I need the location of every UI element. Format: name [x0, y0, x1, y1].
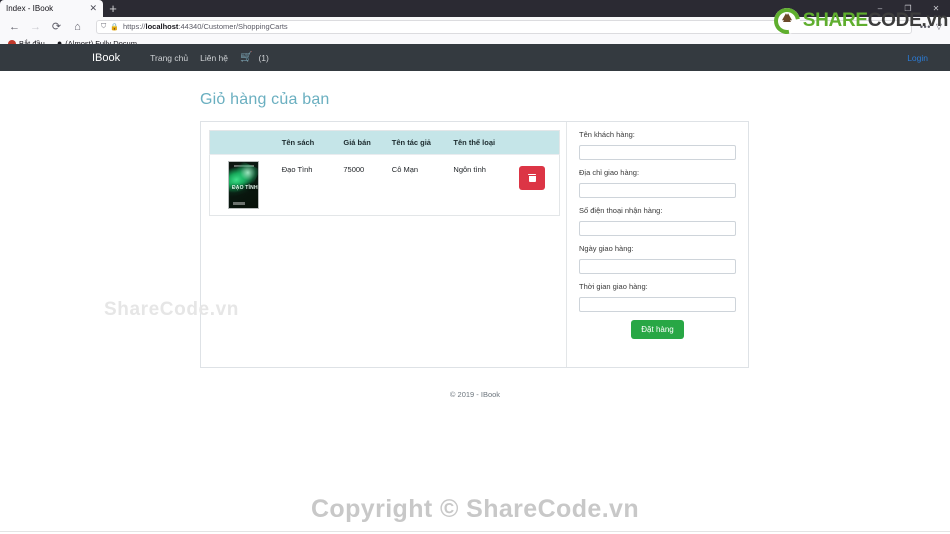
label-customer-name: Tên khách hàng: [579, 130, 635, 139]
tab-title: Index - IBook [6, 4, 54, 13]
delivery-address-input[interactable] [579, 183, 736, 198]
page-container: Giỏ hàng của bạn Tên sách Giá bán Tên tá… [0, 91, 950, 399]
cell-book-author: Cô Mạn [387, 154, 450, 216]
trash-icon [528, 173, 537, 183]
order-form-actions: Đặt hàng [579, 320, 736, 339]
url-path: :44340/Customer/ShoppingCarts [178, 22, 288, 31]
form-group-delivery-time: Thời gian giao hàng: [579, 282, 736, 312]
cart-table-body: ĐẠO TÌNH Đạo Tình 75000 Cô Mạn Ngôn tình [209, 154, 560, 216]
sharecode-logo-green: SHARE [802, 10, 868, 31]
sharecode-logo-text: SHARECODE.vn [802, 10, 949, 32]
order-form-panel: Tên khách hàng: Địa chỉ giao hàng: Số đi… [566, 122, 748, 367]
nav-link-home[interactable]: Trang chủ [150, 53, 188, 63]
page-title: Giỏ hàng của bạn [200, 91, 330, 108]
browser-tab[interactable]: Index - IBook ✕ [0, 0, 103, 17]
lock-icon: 🔒 [110, 23, 119, 31]
login-link[interactable]: Login [907, 53, 928, 63]
sharecode-mark-icon [768, 2, 805, 40]
sharecode-logo: SHARECODE.vn [768, 2, 949, 40]
watermark-bottom: Copyright © ShareCode.vn [310, 495, 640, 523]
label-delivery-date: Ngày giao hàng: [579, 244, 634, 253]
home-icon[interactable]: ⌂ [69, 18, 86, 35]
url-host: localhost [145, 22, 179, 31]
column-header-name: Tên sách [277, 130, 340, 155]
delivery-time-input[interactable] [579, 297, 736, 312]
page-content: IBook Trang chủ Liên hệ 🛒 (1) Login Giỏ … [0, 44, 950, 534]
site-footer: © 2019 - IBook [449, 390, 501, 399]
delete-item-button[interactable] [519, 166, 546, 190]
site-brand[interactable]: IBook [92, 52, 120, 64]
table-row: ĐẠO TÌNH Đạo Tình 75000 Cô Mạn Ngôn tình [209, 154, 560, 216]
forward-icon[interactable]: → [27, 18, 44, 35]
site-navbar: IBook Trang chủ Liên hệ 🛒 (1) Login [0, 44, 950, 71]
tab-close-icon[interactable]: ✕ [89, 4, 97, 13]
book-cover-title: ĐẠO TÌNH [232, 185, 258, 191]
place-order-button[interactable]: Đặt hàng [631, 320, 684, 339]
browser-window: Index - IBook ✕ + – ❐ ✕ ← → ⟳ ⌂ ⛉ 🔒 http… [0, 0, 950, 534]
cell-book-price: 75000 [339, 154, 388, 216]
url-text: https://localhost:44340/Customer/Shoppin… [123, 22, 288, 31]
label-phone-number: Số điện thoại nhận hàng: [579, 206, 663, 215]
site-nav-links: Trang chủ Liên hệ 🛒 (1) [150, 52, 269, 63]
cart-table-header-row: Tên sách Giá bán Tên tác giả Tên thể loạ… [209, 130, 560, 155]
column-header-action [515, 130, 560, 155]
form-group-customer-name: Tên khách hàng: [579, 130, 736, 160]
column-header-price: Giá bán [339, 130, 388, 155]
nav-link-contact[interactable]: Liên hệ [200, 53, 228, 63]
shopping-cart-card: Tên sách Giá bán Tên tác giả Tên thể loạ… [200, 121, 749, 368]
url-scheme: https:// [122, 22, 146, 31]
cell-book-name: Đạo Tình [277, 154, 340, 216]
cart-count-label: (1) [258, 52, 269, 63]
label-delivery-address: Địa chỉ giao hàng: [579, 168, 640, 177]
book-cover-image: ĐẠO TÌNH [228, 161, 259, 209]
form-group-delivery-address: Địa chỉ giao hàng: [579, 168, 736, 198]
cell-action [515, 154, 560, 216]
back-icon[interactable]: ← [6, 18, 23, 35]
cell-book-category: Ngôn tình [449, 154, 516, 216]
new-tab-button[interactable]: + [103, 0, 123, 17]
reload-icon[interactable]: ⟳ [48, 18, 65, 35]
cell-book-cover: ĐẠO TÌNH [209, 154, 278, 216]
customer-name-input[interactable] [579, 145, 736, 160]
cart-table-panel: Tên sách Giá bán Tên tác giả Tên thể loạ… [201, 122, 566, 367]
shield-icon: ⛉ [101, 22, 107, 30]
form-group-delivery-date: Ngày giao hàng: [579, 244, 736, 274]
sharecode-logo-dark: CODE.vn [867, 10, 949, 31]
nav-link-cart[interactable]: 🛒 (1) [240, 52, 269, 63]
column-header-category: Tên thể loại [449, 130, 516, 155]
form-group-phone-number: Số điện thoại nhận hàng: [579, 206, 736, 236]
cart-icon: 🛒 [240, 52, 253, 63]
phone-number-input[interactable] [579, 221, 736, 236]
label-delivery-time: Thời gian giao hàng: [579, 282, 648, 291]
cart-table-head: Tên sách Giá bán Tên tác giả Tên thể loạ… [209, 130, 560, 155]
delivery-date-input[interactable] [579, 259, 736, 274]
column-header-image [209, 130, 278, 155]
cart-table: Tên sách Giá bán Tên tác giả Tên thể loạ… [209, 130, 560, 216]
column-header-author: Tên tác giả [387, 130, 450, 155]
